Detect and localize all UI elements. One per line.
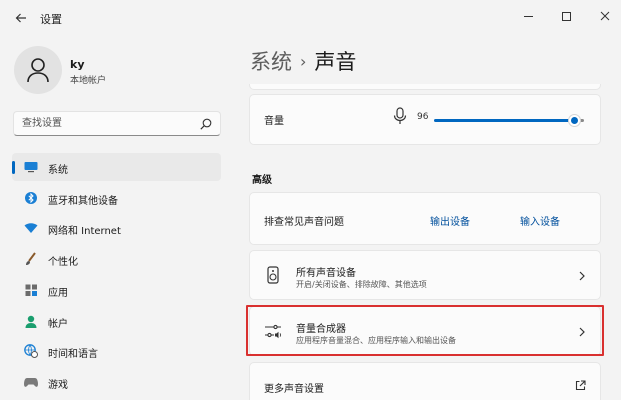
volume-slider-thumb[interactable] <box>568 114 581 127</box>
troubleshoot-label: 排查常见声音问题 <box>264 217 344 228</box>
minimize-icon <box>523 15 533 17</box>
person-icon <box>27 58 49 83</box>
sidebar-item-apps[interactable]: 应用 <box>12 276 221 304</box>
more-sound-settings-row[interactable]: 更多声音设置 <box>249 362 601 400</box>
sidebar-item-label: 系统 <box>48 165 68 176</box>
close-button[interactable] <box>590 6 620 26</box>
sidebar-item-gaming[interactable]: 游戏 <box>12 368 221 396</box>
search-icon[interactable] <box>199 117 213 131</box>
back-button[interactable] <box>10 8 32 28</box>
sidebar-item-label: 游戏 <box>48 380 68 391</box>
highlight-box <box>246 305 604 356</box>
account-type: 本地帐户 <box>70 76 107 86</box>
volume-card: 音量 96 <box>249 94 601 145</box>
minimize-button[interactable] <box>513 6 543 26</box>
sidebar-item-system[interactable]: 系统 <box>12 153 221 181</box>
page-title: 声音 <box>314 50 357 74</box>
section-heading-advanced: 高级 <box>252 175 272 186</box>
all-sound-devices-row[interactable]: 所有声音设备 开启/关闭设备、排除故障、其他选项 <box>249 250 601 300</box>
sidebar-item-personalization[interactable]: 个性化 <box>12 245 221 273</box>
output-device-link[interactable]: 输出设备 <box>430 213 470 228</box>
breadcrumb-separator: › <box>300 52 307 71</box>
close-icon <box>600 11 610 21</box>
breadcrumb: 系统 › 声音 <box>250 46 356 76</box>
brush-icon <box>24 252 38 266</box>
title-bar: 设置 <box>0 0 621 36</box>
breadcrumb-parent[interactable]: 系统 <box>250 50 292 74</box>
external-link-icon <box>575 380 586 391</box>
sidebar-item-network[interactable]: 网络和 Internet <box>12 214 221 242</box>
more-sound-settings-label: 更多声音设置 <box>264 384 324 395</box>
gamepad-icon <box>24 375 38 389</box>
chevron-right-icon <box>579 271 585 281</box>
monitor-icon <box>24 160 38 174</box>
globe-clock-icon <box>24 344 38 358</box>
maximize-button[interactable] <box>551 6 581 26</box>
sidebar-item-time-language[interactable]: 时间和语言 <box>12 337 221 365</box>
search-box[interactable] <box>13 111 221 136</box>
wifi-icon <box>24 221 38 235</box>
sidebar-item-label: 时间和语言 <box>48 349 98 360</box>
speaker-icon <box>267 266 279 284</box>
microphone-icon[interactable] <box>393 107 407 125</box>
sidebar-item-accounts[interactable]: 帐户 <box>12 307 221 335</box>
volume-slider-fill[interactable] <box>434 119 570 122</box>
all-sound-devices-title: 所有声音设备 <box>296 268 356 279</box>
arrow-left-icon <box>15 13 26 23</box>
sidebar-item-label: 个性化 <box>48 257 78 268</box>
sidebar-item-label: 网络和 Internet <box>48 226 121 237</box>
bluetooth-icon <box>24 191 38 205</box>
window-title: 设置 <box>40 13 62 26</box>
input-device-link[interactable]: 输入设备 <box>520 213 560 228</box>
sidebar-item-label: 应用 <box>48 288 68 299</box>
previous-card-edge <box>249 84 601 90</box>
sidebar-item-label: 蓝牙和其他设备 <box>48 196 118 207</box>
all-sound-devices-subtitle: 开启/关闭设备、排除故障、其他选项 <box>296 280 427 289</box>
troubleshoot-card: 排查常见声音问题 输出设备 输入设备 <box>249 192 601 245</box>
volume-label: 音量 <box>264 116 284 127</box>
apps-icon <box>24 283 38 297</box>
person-icon <box>24 314 38 328</box>
sidebar-item-bluetooth[interactable]: 蓝牙和其他设备 <box>12 184 221 212</box>
user-name: ky <box>70 58 85 71</box>
maximize-icon <box>561 11 571 21</box>
avatar[interactable] <box>14 46 62 94</box>
volume-value: 96 <box>417 112 429 122</box>
sidebar-item-label: 帐户 <box>48 319 68 330</box>
search-input[interactable] <box>22 115 197 132</box>
